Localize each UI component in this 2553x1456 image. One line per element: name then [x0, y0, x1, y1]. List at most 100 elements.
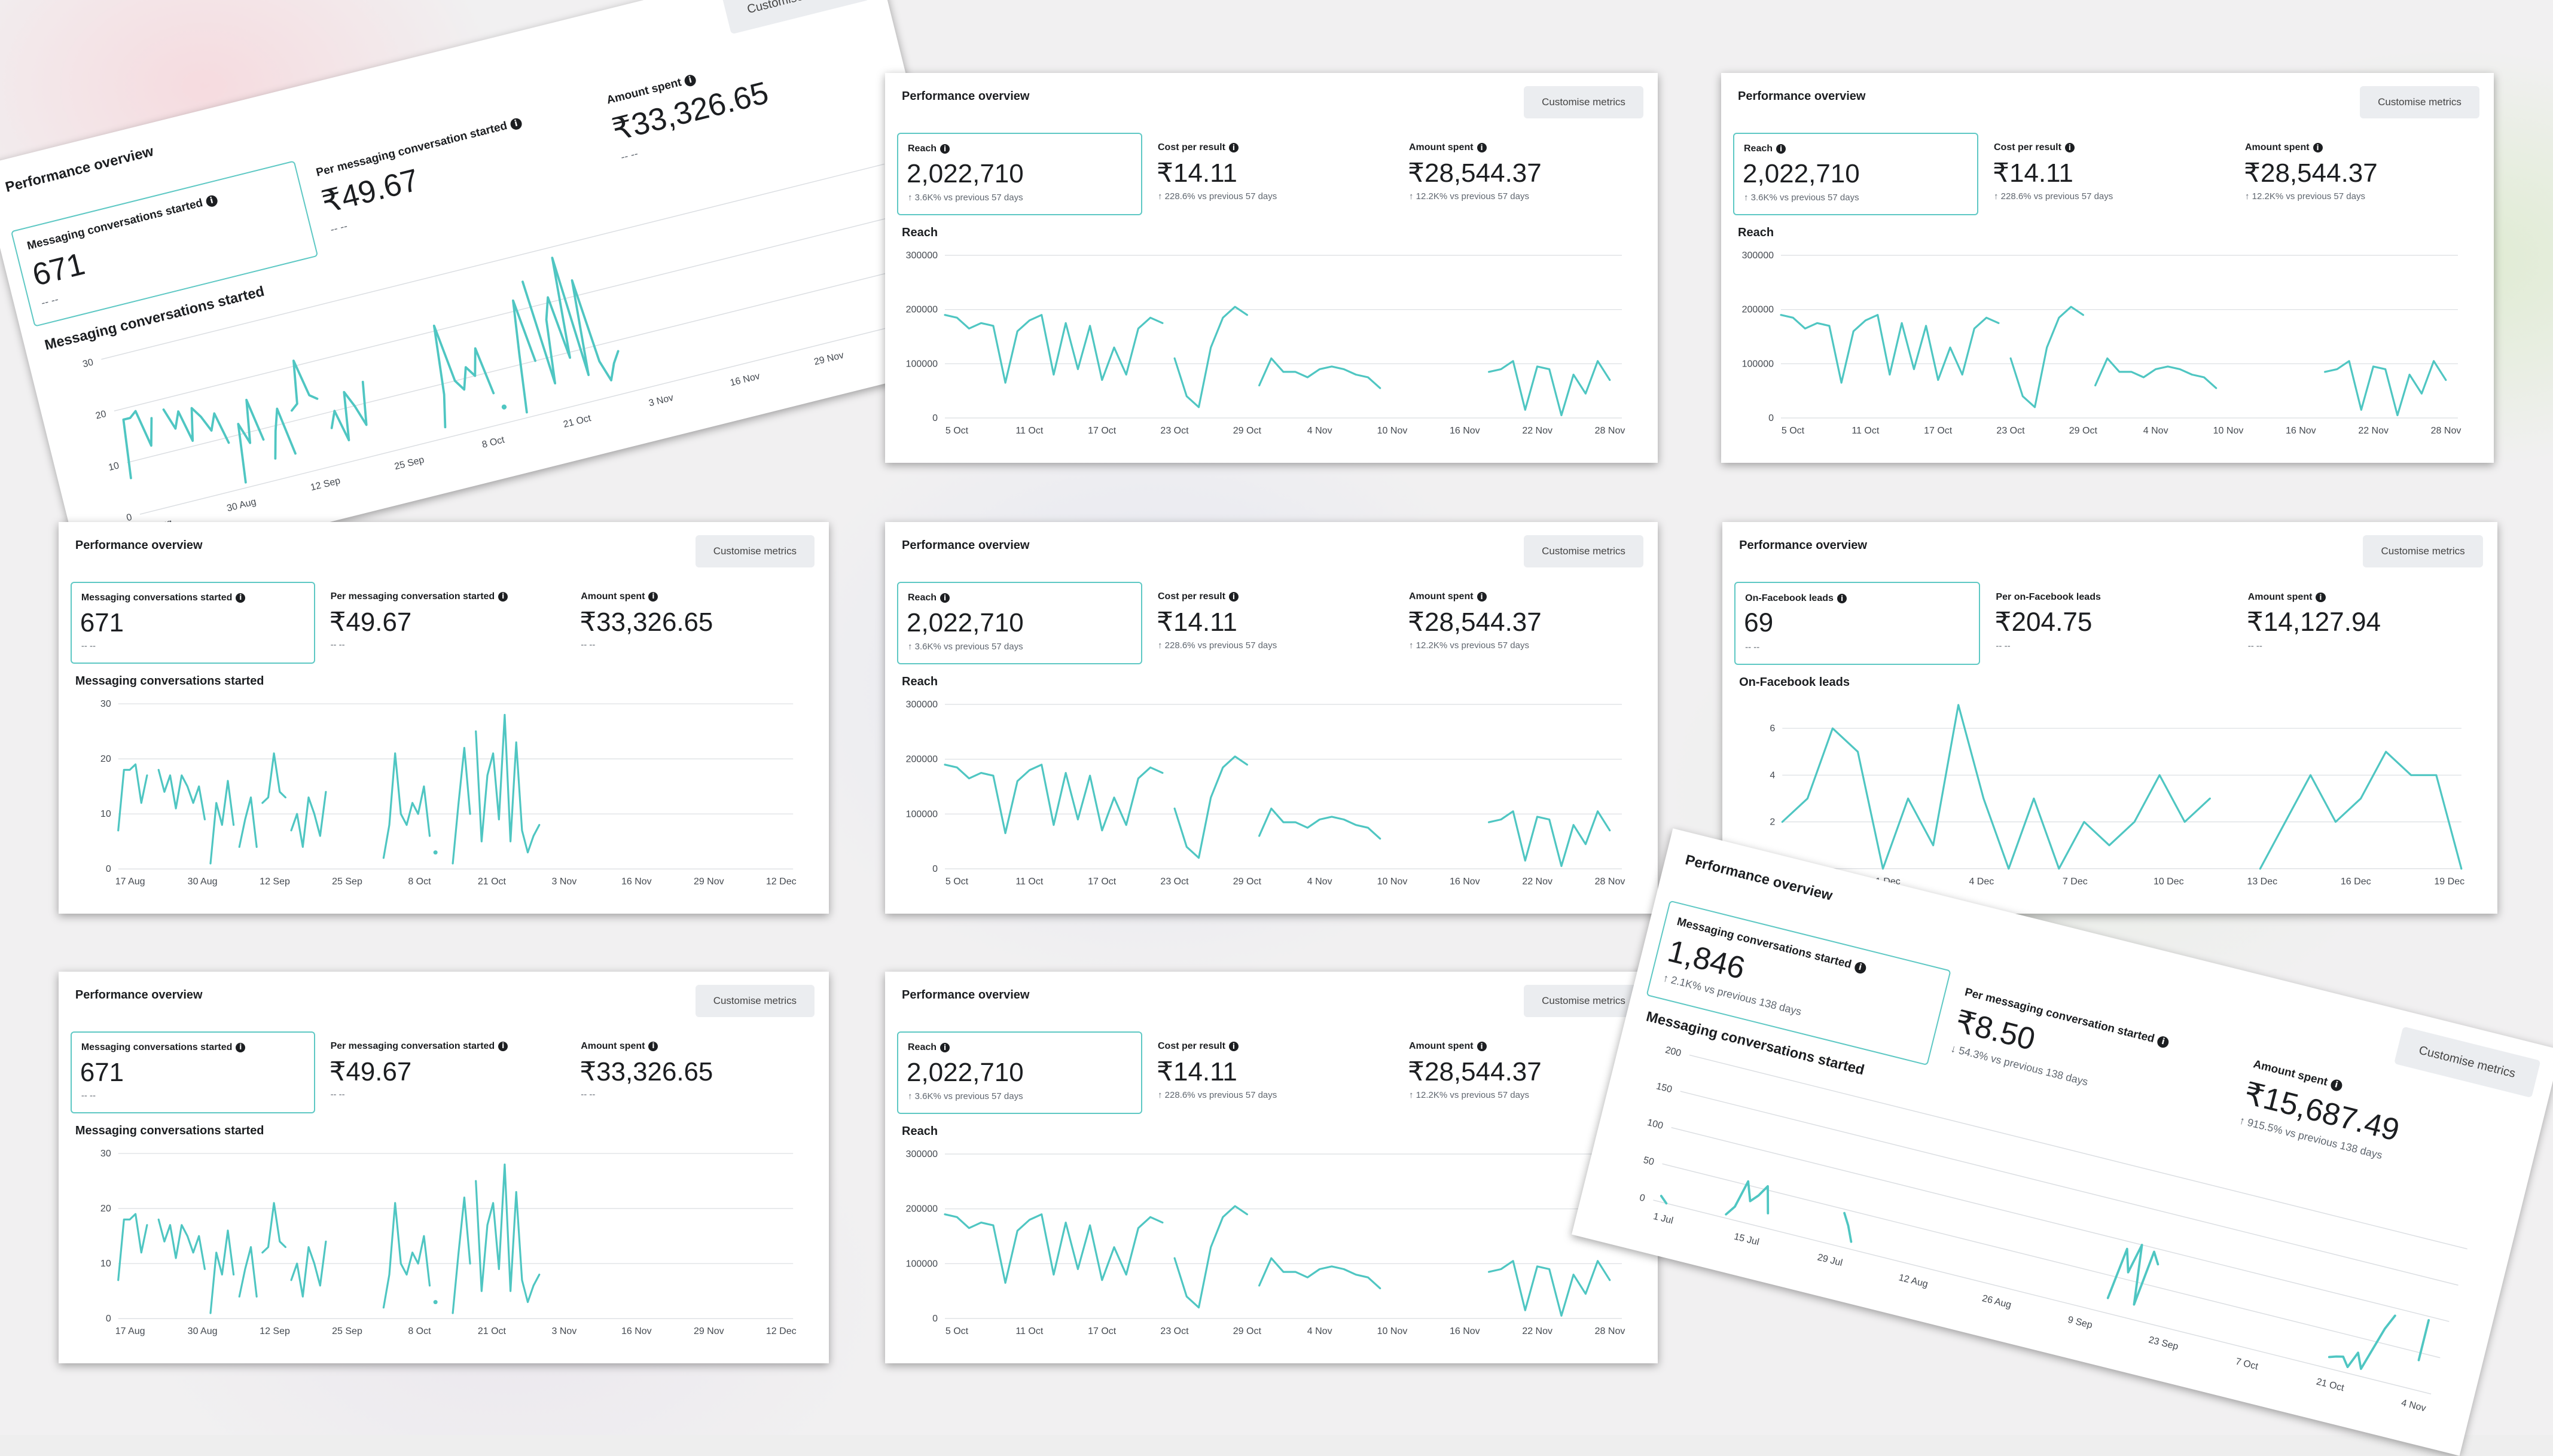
x-tick-label: 17 Aug: [115, 1326, 145, 1336]
x-tick-label: 4 Nov: [1307, 877, 1332, 887]
x-tick-label: 22 Nov: [1522, 877, 1552, 887]
x-tick-label: 12 Aug: [1898, 1272, 1929, 1290]
y-tick-label: 100000: [906, 359, 938, 369]
x-tick-label: 30 Aug: [188, 877, 218, 887]
x-tick-label: 11 Oct: [1852, 426, 1880, 436]
line-chart: 0 100000 200000 300000 5 Oct 11 Oct 17 Oct 23 O…: [906, 1149, 1625, 1336]
x-tick-label: 26 Aug: [1981, 1293, 2012, 1311]
y-tick-label: 200000: [1742, 305, 1774, 315]
panel-messaging-1: Performance overview Customise metrics Mes…: [59, 522, 829, 914]
x-tick-label: 29 Nov: [694, 1326, 724, 1336]
x-tick-label: 17 Aug: [115, 877, 145, 887]
x-tick-label: 10 Nov: [1377, 426, 1408, 436]
panel-messaging-2: Performance overview Customise metrics Mes…: [59, 972, 829, 1363]
x-tick-label: 12 Dec: [766, 877, 797, 887]
y-tick-label: 30: [100, 1149, 111, 1159]
x-tick-label: 29 Oct: [2069, 426, 2098, 436]
series-line-segment: [237, 398, 265, 484]
x-tick-label: 21 Oct: [562, 413, 592, 430]
series-line-segment: [1258, 807, 1381, 840]
x-tick-label: 4 Dec: [1969, 877, 1994, 887]
x-tick-label: 23 Oct: [1996, 426, 2025, 436]
x-tick-label: 16 Nov: [621, 1326, 652, 1336]
y-tick-label: 200000: [906, 755, 938, 765]
x-tick-label: 28 Nov: [1595, 1326, 1625, 1336]
x-tick-label: 22 Nov: [2358, 426, 2389, 436]
series-line-segment: [432, 324, 495, 429]
series-line-segment: [117, 763, 148, 832]
x-tick-label: 8 Oct: [408, 877, 431, 887]
x-tick-label: 5 Oct: [1782, 426, 1805, 436]
x-tick-label: 21 Oct: [2315, 1376, 2345, 1393]
y-tick-label: 6: [1770, 724, 1775, 734]
x-tick-label: 28 Nov: [1595, 877, 1625, 887]
line-chart: 0 100000 200000 300000 5 Oct 11 Oct 17 Oct 23 O…: [1742, 251, 2462, 436]
x-tick-label: 25 Sep: [394, 455, 425, 472]
series-line-segment: [157, 768, 206, 820]
x-tick-label: 11 Oct: [1015, 877, 1044, 887]
line-chart: 0 100000 200000 300000 5 Oct 11 Oct 17 Oct 23 O…: [906, 700, 1625, 887]
y-tick-label: 0: [106, 864, 111, 874]
x-tick-label: 12 Sep: [260, 1326, 290, 1336]
series-line-segment: [157, 1218, 206, 1270]
x-tick-label: 7 Oct: [2234, 1357, 2259, 1372]
line-chart: 0 100000 200000 300000 5 Oct 11 Oct 17 Oct 23 O…: [906, 251, 1625, 436]
y-tick-label: 100000: [906, 809, 938, 819]
x-tick-label: 10 Nov: [1377, 1326, 1408, 1336]
x-tick-label: 16 Nov: [621, 877, 652, 887]
series-line-segment: [261, 752, 286, 804]
x-tick-label: 12 Sep: [310, 476, 341, 493]
series-line-segment: [238, 796, 258, 848]
y-tick-label: 30: [100, 699, 111, 709]
x-tick-label: 25 Sep: [332, 1326, 362, 1336]
x-tick-label: 9 Sep: [2067, 1315, 2094, 1331]
y-tick-label: 20: [100, 754, 111, 764]
x-tick-label: 1 Jul: [1652, 1211, 1674, 1226]
series-line-segment: [117, 1213, 148, 1281]
x-tick-label: 13 Dec: [2247, 877, 2277, 887]
x-tick-label: 16 Nov: [1450, 426, 1480, 436]
series-line-segment: [452, 1196, 471, 1314]
x-tick-label: 12 Dec: [766, 1326, 797, 1336]
x-tick-label: 10 Dec: [2154, 877, 2184, 887]
series-line-segment: [290, 790, 327, 848]
series-line-segment: [1258, 357, 1381, 389]
x-tick-label: 21 Oct: [478, 1326, 507, 1336]
y-tick-label: 0: [1768, 413, 1774, 423]
y-tick-label: 0: [932, 1314, 938, 1324]
series-line-segment: [521, 257, 620, 384]
series-line-segment: [209, 1229, 235, 1314]
x-tick-label: 23 Oct: [1160, 877, 1189, 887]
series-point: [501, 404, 507, 410]
x-tick-label: 29 Oct: [1233, 1326, 1262, 1336]
y-tick-label: 300000: [906, 251, 938, 261]
x-tick-label: 29 Jul: [1816, 1252, 1844, 1268]
y-tick-label: 200000: [906, 305, 938, 315]
x-tick-label: 15 Jul: [1733, 1232, 1761, 1248]
line-chart: 24628 Nov1 Dec4 Dec7 Dec10 Dec13 Dec16 D…: [1770, 704, 2464, 887]
series-line-segment: [2328, 1314, 2396, 1370]
x-tick-label: 17 Oct: [1088, 426, 1117, 436]
series-line-segment: [162, 407, 230, 444]
x-tick-label: 5 Oct: [945, 877, 969, 887]
series-line-segment: [944, 764, 1164, 834]
x-tick-label: 28 Nov: [2431, 426, 2462, 436]
series-line-segment: [330, 380, 368, 442]
series-line-segment: [122, 410, 153, 480]
x-tick-label: 17 Oct: [1924, 426, 1953, 436]
x-tick-label: 16 Nov: [729, 371, 761, 389]
series-line-segment: [2009, 306, 2084, 408]
series-line-segment: [2094, 357, 2218, 389]
x-tick-label: 8 Oct: [408, 1326, 431, 1336]
x-tick-label: 12 Sep: [260, 877, 290, 887]
series-line-segment: [944, 314, 1164, 384]
series-point: [433, 850, 438, 855]
series-line-segment: [452, 747, 471, 865]
x-tick-label: 11 Oct: [1015, 426, 1044, 436]
series-line-segment: [290, 1240, 327, 1298]
x-tick-label: 3 Nov: [551, 877, 577, 887]
y-tick-label: 200000: [906, 1204, 938, 1214]
x-tick-label: 4 Nov: [2400, 1398, 2427, 1414]
x-tick-label: 7 Dec: [2063, 877, 2088, 887]
x-tick-label: 5 Oct: [945, 426, 969, 436]
